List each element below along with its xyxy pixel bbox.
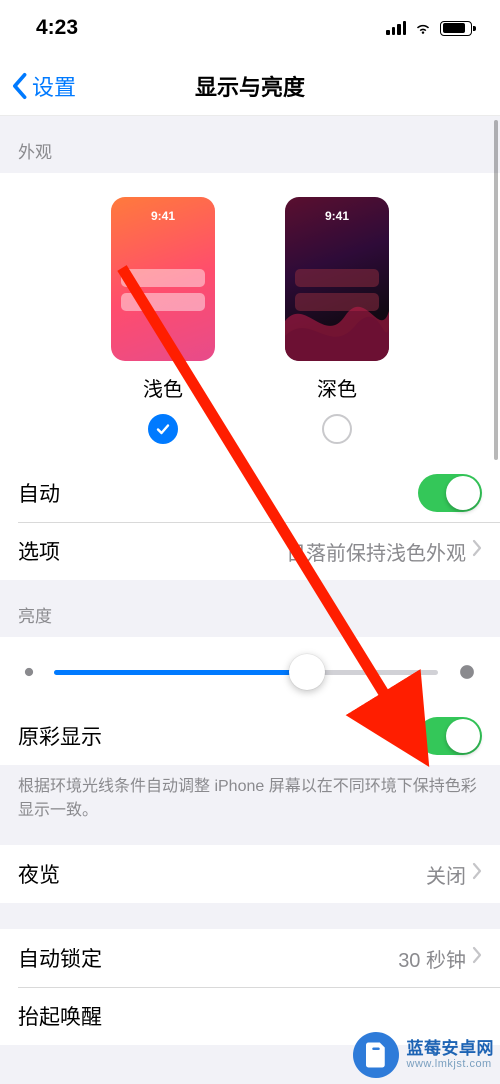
- auto-lock-value: 30 秒钟: [398, 944, 482, 973]
- scrollbar[interactable]: [494, 120, 498, 460]
- true-tone-label: 原彩显示: [18, 721, 102, 751]
- section-header-brightness: 亮度: [0, 580, 500, 637]
- lock-group: 自动锁定 30 秒钟 抬起唤醒: [0, 929, 500, 1045]
- night-shift-label: 夜览: [18, 859, 60, 889]
- watermark-logo-icon: [353, 1032, 399, 1078]
- dark-preview-thumb: 9:41: [285, 197, 389, 361]
- dark-label: 深色: [317, 373, 357, 402]
- watermark-title: 蓝莓安卓网: [407, 1039, 495, 1059]
- night-shift-group: 夜览 关闭: [0, 845, 500, 903]
- nav-bar: 设置 显示与亮度: [0, 56, 500, 116]
- row-true-tone: 原彩显示: [0, 707, 500, 765]
- back-button[interactable]: 设置: [0, 70, 76, 102]
- brightness-high-icon: [452, 657, 482, 687]
- battery-icon: [440, 21, 472, 36]
- row-auto-lock[interactable]: 自动锁定 30 秒钟: [0, 929, 500, 987]
- options-value: 日落前保持浅色外观: [286, 537, 482, 566]
- status-time: 4:23: [36, 16, 78, 40]
- status-indicators: [386, 18, 472, 38]
- true-tone-toggle[interactable]: [418, 717, 482, 755]
- auto-label: 自动: [18, 478, 60, 508]
- watermark-url: www.lmkjst.com: [407, 1058, 495, 1071]
- appearance-option-light[interactable]: 9:41 浅色: [111, 197, 215, 444]
- raise-to-wake-label: 抬起唤醒: [18, 1001, 102, 1031]
- wifi-icon: [413, 18, 433, 38]
- brightness-group: 原彩显示: [0, 637, 500, 765]
- brightness-slider[interactable]: [54, 670, 438, 675]
- auto-toggle[interactable]: [418, 474, 482, 512]
- dark-radio[interactable]: [322, 414, 352, 444]
- brightness-low-icon: [18, 661, 40, 683]
- preview-time: 9:41: [111, 209, 215, 223]
- cellular-signal-icon: [386, 21, 406, 35]
- chevron-right-icon: [472, 862, 482, 886]
- watermark: 蓝莓安卓网 www.lmkjst.com: [353, 1032, 495, 1078]
- light-label: 浅色: [143, 373, 183, 402]
- true-tone-note: 根据环境光线条件自动调整 iPhone 屏幕以在不同环境下保持色彩显示一致。: [0, 765, 500, 845]
- content-scroll[interactable]: 外观 9:41 浅色 9:41 深色: [0, 116, 500, 1084]
- status-bar: 4:23: [0, 0, 500, 56]
- row-auto: 自动: [0, 464, 500, 522]
- appearance-group: 9:41 浅色 9:41 深色: [0, 173, 500, 464]
- options-label: 选项: [18, 536, 60, 566]
- section-header-appearance: 外观: [0, 116, 500, 173]
- light-preview-thumb: 9:41: [111, 197, 215, 361]
- auto-group: 自动 选项 日落前保持浅色外观: [0, 464, 500, 580]
- row-options[interactable]: 选项 日落前保持浅色外观: [0, 522, 500, 580]
- auto-lock-label: 自动锁定: [18, 943, 102, 973]
- light-radio[interactable]: [148, 414, 178, 444]
- preview-time: 9:41: [285, 209, 389, 223]
- chevron-right-icon: [472, 539, 482, 563]
- row-night-shift[interactable]: 夜览 关闭: [0, 845, 500, 903]
- back-label: 设置: [32, 70, 76, 102]
- appearance-previews: 9:41 浅色 9:41 深色: [0, 197, 500, 444]
- brightness-slider-row: [0, 637, 500, 707]
- night-shift-value: 关闭: [426, 860, 482, 889]
- chevron-right-icon: [472, 946, 482, 970]
- appearance-option-dark[interactable]: 9:41 深色: [285, 197, 389, 444]
